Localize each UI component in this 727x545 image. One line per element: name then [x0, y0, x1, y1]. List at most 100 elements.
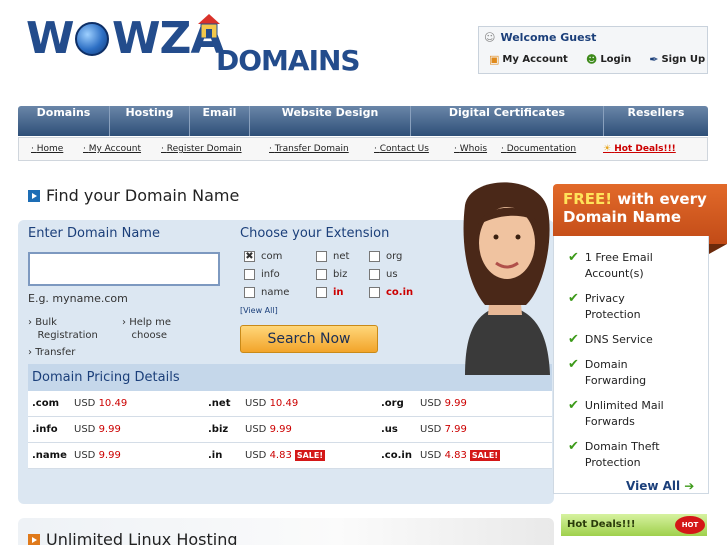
view-all-features-link[interactable]: View All ➔ [626, 479, 694, 493]
nav-domains[interactable]: Domains [18, 106, 110, 136]
nav-hosting[interactable]: Hosting [110, 106, 190, 136]
feature-text: Domain Theft Protection [585, 439, 660, 471]
feature-line: 1 Free Email [584, 251, 653, 264]
price: USD 9.99 [74, 450, 121, 461]
tld: .com [32, 398, 60, 409]
green-arrow-icon: ➔ [684, 479, 695, 493]
hot-deals-box[interactable]: Hot Deals!!! HOT [561, 514, 707, 536]
checkbox-net[interactable] [316, 251, 327, 262]
signup-link[interactable]: ✒ Sign Up [649, 54, 705, 65]
subnav-my-account[interactable]: · My Account [83, 144, 141, 154]
feature-item: ✔ Unlimited Mail Forwards [568, 398, 664, 430]
domain-search-input[interactable] [28, 252, 220, 286]
subnav-contact-label: Contact Us [379, 144, 429, 154]
ext-name-label: name [261, 287, 290, 298]
feature-text: 1 Free Email Account(s) [585, 250, 653, 282]
subnav-whois-label: Whois [459, 144, 488, 154]
ext-biz[interactable]: biz [316, 269, 347, 280]
subnav-home[interactable]: · Home [31, 144, 63, 154]
subnav-hot-deals[interactable]: ☀ Hot Deals!!! [603, 144, 676, 154]
subnav-transfer-domain[interactable]: · Transfer Domain [269, 144, 349, 154]
checkbox-us[interactable] [369, 269, 380, 280]
ext-com-label: com [261, 251, 283, 262]
ext-us[interactable]: us [369, 269, 398, 280]
pricing-row: .info USD 9.99 .biz USD 9.99 .us USD 7.9… [28, 417, 552, 443]
ext-name[interactable]: name [244, 287, 289, 298]
view-all-extensions-link[interactable]: [View All] [240, 306, 278, 315]
ext-org[interactable]: org [369, 251, 402, 262]
bulk-label-1: Bulk [35, 317, 57, 328]
hosting-title: Unlimited Linux Hosting [46, 530, 238, 545]
checkbox-com[interactable]: ✖ [244, 251, 255, 262]
checkbox-coin[interactable] [369, 287, 380, 298]
price-value: 7.99 [444, 424, 467, 435]
price-value: 10.49 [98, 398, 128, 409]
subnav-register-domain[interactable]: · Register Domain [161, 144, 242, 154]
ext-in[interactable]: in [316, 287, 344, 298]
feature-line: Domain [584, 358, 628, 371]
nav-website-design[interactable]: Website Design [250, 106, 411, 136]
checkbox-biz[interactable] [316, 269, 327, 280]
checkbox-org[interactable] [369, 251, 380, 262]
currency: USD [245, 398, 267, 409]
checkbox-in[interactable] [316, 287, 327, 298]
nav-email[interactable]: Email [190, 106, 250, 136]
search-now-button[interactable]: Search Now [240, 325, 378, 353]
find-domain-heading: Find your Domain Name [28, 186, 239, 205]
ext-info[interactable]: info [244, 269, 280, 280]
site-logo[interactable]: W WZA DOMAINS [26, 10, 376, 80]
tld: .net [208, 398, 231, 409]
feature-line: Domain Theft [584, 440, 660, 453]
features-list: ✔ 1 Free Email Account(s) ✔ Privacy Protecti… [553, 236, 709, 494]
sale-badge: SALE! [294, 450, 325, 461]
subnav-transfer-label: Transfer Domain [274, 144, 349, 154]
hot-deals-title: Hot Deals!!! [567, 519, 636, 530]
feature-line: Privacy [584, 292, 625, 305]
checkbox-name[interactable] [244, 287, 255, 298]
price-value: 9.99 [98, 450, 121, 461]
help-me-choose-link[interactable]: › Help me choose [122, 316, 171, 342]
example-text: E.g. myname.com [28, 292, 128, 305]
signup-label: Sign Up [661, 54, 706, 65]
subnav-whois[interactable]: · Whois [454, 144, 487, 154]
my-account-link[interactable]: ▣ My Account [489, 54, 568, 65]
bulk-registration-link[interactable]: › Bulk Registration [28, 316, 98, 342]
login-link[interactable]: ☻ Login [586, 54, 631, 65]
help-label-2: choose [131, 330, 167, 341]
sale-badge: SALE! [469, 450, 500, 461]
tld: .co.in [381, 450, 412, 461]
ext-coin[interactable]: co.in [369, 287, 413, 298]
tld: .name [32, 450, 67, 461]
ext-info-label: info [261, 269, 280, 280]
check-icon: ✔ [568, 291, 579, 306]
subnav-home-label: Home [36, 144, 64, 154]
feature-line: Unlimited Mail [584, 399, 664, 412]
feature-item: ✔ Domain Forwarding [568, 357, 646, 389]
currency: USD [420, 450, 442, 461]
tld: .biz [208, 424, 229, 435]
price-value: 9.99 [444, 398, 467, 409]
feature-text: Domain Forwarding [585, 357, 646, 389]
sun-icon: ☀ [603, 144, 612, 154]
subnav-register-label: Register Domain [166, 144, 242, 154]
feature-item: ✔ Privacy Protection [568, 291, 641, 323]
subnav-documentation[interactable]: · Documentation [501, 144, 576, 154]
ext-net-label: net [333, 251, 350, 262]
transfer-link[interactable]: › Transfer [28, 346, 75, 359]
transfer-label: Transfer [35, 347, 76, 358]
ext-org-label: org [386, 251, 403, 262]
feature-line: Account(s) [584, 267, 644, 280]
check-icon: ✔ [568, 357, 579, 372]
ext-com[interactable]: ✖ com [244, 251, 282, 262]
currency: USD [74, 424, 96, 435]
feature-item: ✔ 1 Free Email Account(s) [568, 250, 653, 282]
nav-digital-certificates[interactable]: Digital Certificates [411, 106, 604, 136]
nav-resellers[interactable]: Resellers [604, 106, 708, 136]
checkbox-info[interactable] [244, 269, 255, 280]
price: USD 4.83 SALE! [245, 450, 325, 461]
bulk-label-2: Registration [37, 330, 98, 341]
ext-net[interactable]: net [316, 251, 349, 262]
price: USD 9.99 [420, 398, 467, 409]
pricing-row: .com USD 10.49 .net USD 10.49 .org USD 9… [28, 391, 552, 417]
subnav-contact-us[interactable]: · Contact Us [374, 144, 429, 154]
